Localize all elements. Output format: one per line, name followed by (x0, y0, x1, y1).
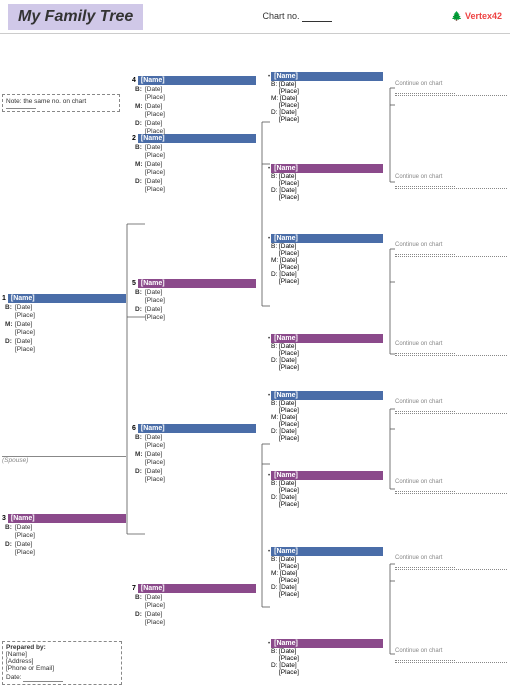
p1-name[interactable]: [Name] (8, 294, 126, 303)
p1-number: 1 (2, 295, 6, 302)
prepared-label: Prepared by: (6, 644, 118, 651)
g3-4: • [Name] B: [Date][Place] D: [Date][Plac… (268, 334, 383, 371)
person-5: 5 [Name] B:[Date] [Place] D:[Date] [Plac… (132, 279, 256, 323)
continue-4: Continue on chart (395, 341, 507, 356)
p2-birth: B:[Date] [Place] (132, 144, 256, 161)
p3-number: 3 (2, 515, 6, 522)
p2-marriage: M:[Date] [Place] (132, 161, 256, 178)
g3-6-name[interactable]: [Name] (271, 471, 383, 480)
continue-3: Continue on chart (395, 242, 507, 257)
p1-birth: B:[Date] [Place] (2, 304, 126, 321)
logo: 🌲 Vertex42 (451, 11, 502, 22)
continue-5: Continue on chart (395, 399, 507, 414)
g3-2-name[interactable]: [Name] (271, 164, 383, 173)
g3-6: • [Name] B: [Date][Place] D: [Date][Plac… (268, 471, 383, 508)
p3-death: D:[Date] [Place] (2, 541, 126, 558)
prepared-date: Date: (6, 674, 118, 682)
col1: Note: the same no. on chart 1 [Name] B:[… (0, 34, 130, 690)
prepared-phone[interactable]: [Phone or Email] (6, 665, 118, 672)
prepared-name[interactable]: [Name] (6, 651, 118, 658)
header: My Family Tree Chart no. 🌲 Vertex42 (0, 0, 510, 34)
p1-death: D:[Date] [Place] (2, 338, 126, 355)
p1-spouse-label: (Spouse) (2, 457, 126, 464)
person-1: 1 [Name] B:[Date] [Place] M:[Date] [Plac… (2, 294, 126, 355)
notes-text: Note: the same no. on chart (6, 97, 116, 109)
g3-3-name[interactable]: [Name] (271, 234, 383, 243)
notes-box: Note: the same no. on chart (2, 94, 120, 112)
person-3: 3 [Name] B:[Date] [Place] D:[Date] [Plac… (2, 514, 126, 558)
person-6: 6 [Name] B:[Date] [Place] M:[Date] [Plac… (132, 424, 256, 485)
main-area: Note: the same no. on chart 1 [Name] B:[… (0, 34, 510, 690)
p1-spouse-name[interactable] (2, 449, 126, 457)
continue-1: Continue on chart (395, 81, 507, 96)
g3-3: • [Name] B: [Date][Place] M: [Date][Plac… (268, 234, 383, 285)
title: My Family Tree (8, 4, 143, 30)
p1-marriage: M:[Date] [Place] (2, 321, 126, 338)
p2-death: D:[Date] [Place] (132, 178, 256, 195)
prepared-address[interactable]: [Address] (6, 658, 118, 665)
g3-4-name[interactable]: [Name] (271, 334, 383, 343)
continue-7: Continue on chart (395, 555, 507, 570)
p6-name[interactable]: [Name] (138, 424, 256, 433)
person-4-col2: 4 [Name] B:[Date] [Place] M:[Date] [Plac… (132, 76, 256, 137)
p7-name[interactable]: [Name] (138, 584, 256, 593)
person-2: 2 [Name] B:[Date] [Place] M:[Date] [Plac… (132, 134, 256, 195)
continue-8: Continue on chart (395, 648, 507, 663)
person-7: 7 [Name] B:[Date] [Place] D:[Date] [Plac… (132, 584, 256, 628)
g3-8-name[interactable]: [Name] (271, 639, 383, 648)
p3-name[interactable]: [Name] (8, 514, 126, 523)
col3: • [Name] B: [Date][Place] M: [Date][Plac… (260, 34, 390, 690)
prepared-box: Prepared by: [Name] [Address] [Phone or … (2, 641, 122, 685)
g3-1-name[interactable]: [Name] (271, 72, 383, 81)
p1-spouse-box: (Spouse) (2, 449, 126, 464)
g3-1: • [Name] B: [Date][Place] M: [Date][Plac… (268, 72, 383, 123)
g3-5-name[interactable]: [Name] (271, 391, 383, 400)
g3-5: • [Name] B: [Date][Place] M: [Date][Plac… (268, 391, 383, 442)
g3-7: • [Name] B: [Date][Place] M: [Date][Plac… (268, 547, 383, 598)
g3-8: • [Name] B: [Date][Place] D: [Date][Plac… (268, 639, 383, 676)
p3-birth: B:[Date] [Place] (2, 524, 126, 541)
col2: 2 [Name] B:[Date] [Place] M:[Date] [Plac… (130, 34, 260, 690)
col4: Continue on chart Continue on chart Cont… (390, 34, 510, 690)
continue-2: Continue on chart (395, 174, 507, 189)
chart-no: Chart no. (263, 11, 333, 22)
g3-7-name[interactable]: [Name] (271, 547, 383, 556)
chart-no-underline[interactable] (302, 11, 332, 22)
g3-2: • [Name] B: [Date][Place] D: [Date][Plac… (268, 164, 383, 201)
p4-name[interactable]: [Name] (138, 76, 256, 85)
p5-name[interactable]: [Name] (138, 279, 256, 288)
continue-6: Continue on chart (395, 479, 507, 494)
